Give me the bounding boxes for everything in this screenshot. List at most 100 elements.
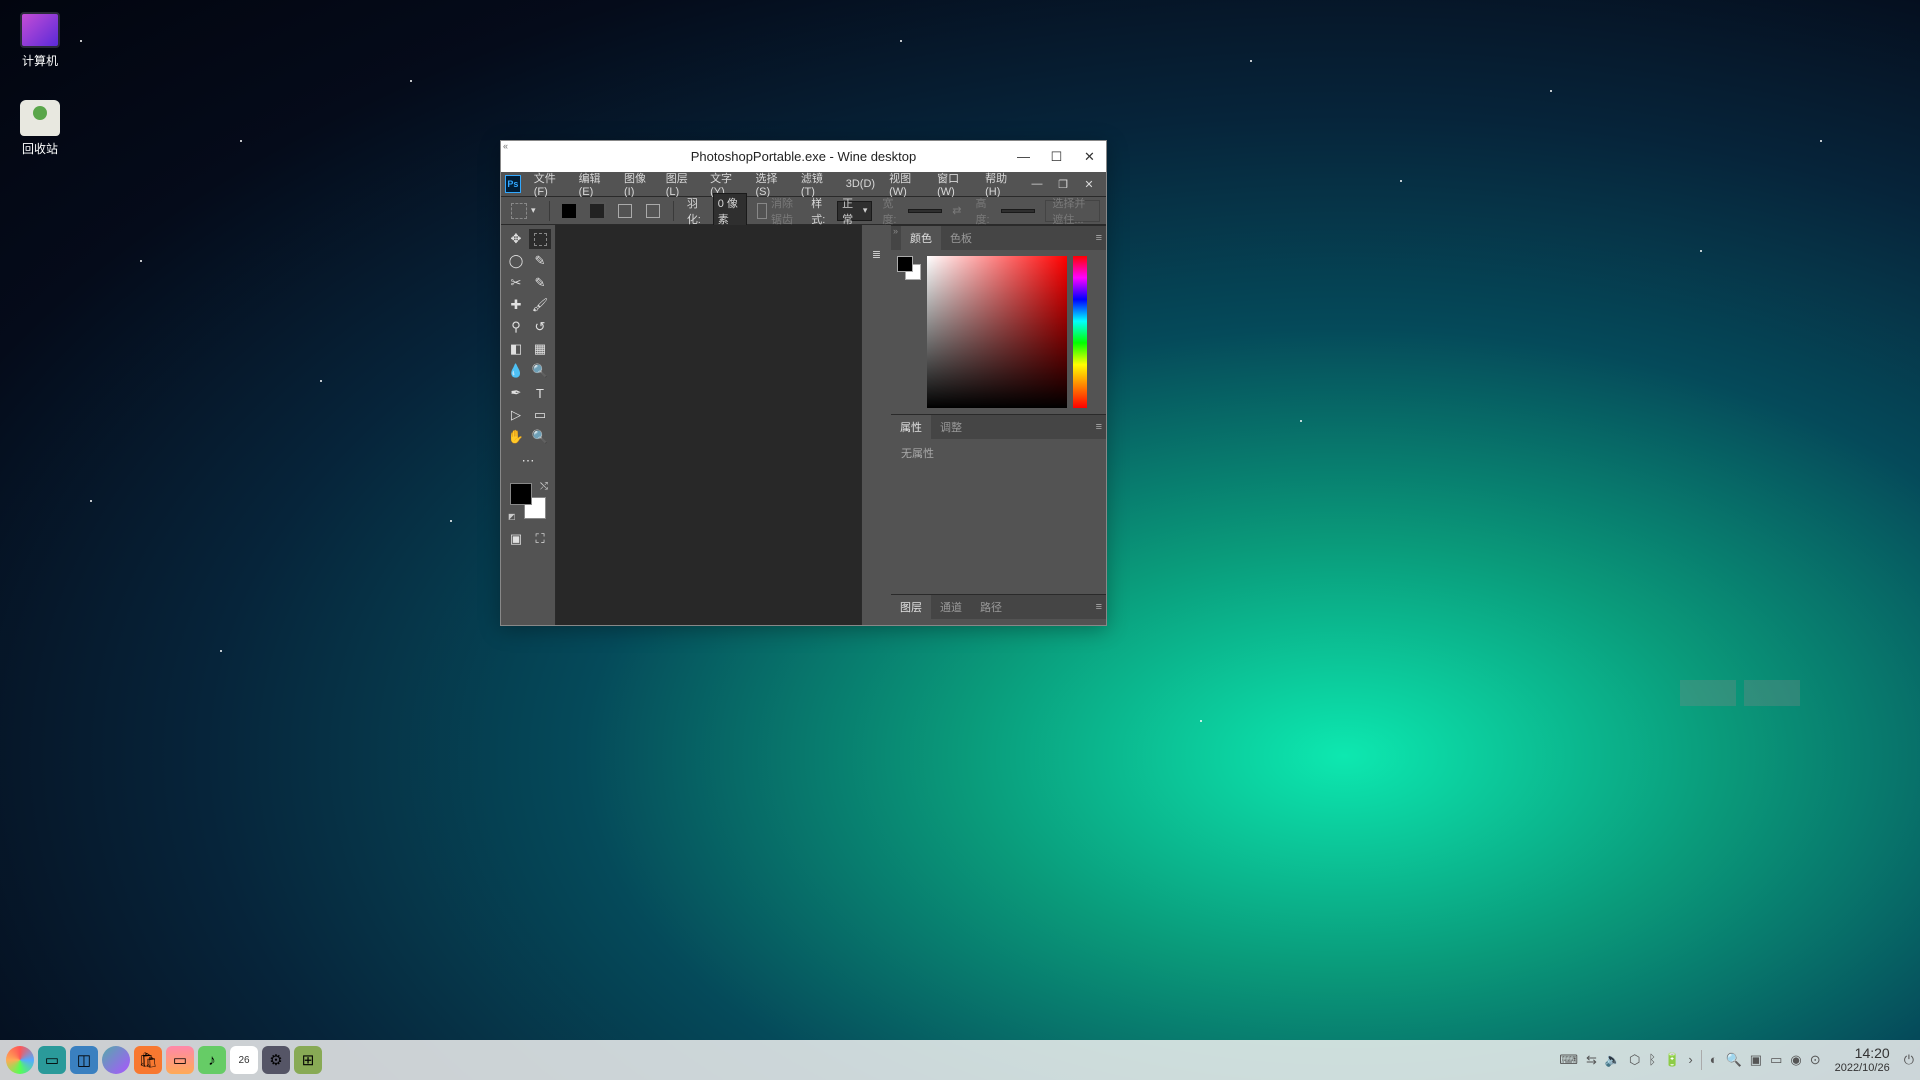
titlebar[interactable]: PhotoshopPortable.exe - Wine desktop — ☐… — [501, 141, 1106, 172]
window-close-button[interactable]: ✕ — [1073, 141, 1106, 172]
panel-menu-icon[interactable]: ≡ — [1096, 232, 1102, 244]
style-dropdown[interactable]: 正常▾ — [837, 201, 872, 221]
tray-sync-icon[interactable]: ⇆ — [1586, 1052, 1597, 1068]
menu-window[interactable]: 窗口(W) — [930, 172, 978, 197]
calendar-icon[interactable]: 26 — [230, 1046, 258, 1074]
history-brush-tool[interactable]: ↺ — [529, 317, 551, 337]
clock-date: 2022/10/26 — [1835, 1062, 1890, 1074]
panel-menu-icon[interactable]: ≡ — [1096, 601, 1102, 613]
desktop-trash-icon[interactable]: 回收站 — [10, 100, 70, 157]
tray-power-icon[interactable]: ⏻ — [1904, 1052, 1914, 1068]
divider — [549, 201, 550, 221]
app-restore-button[interactable]: ❐ — [1050, 173, 1076, 195]
screenmode-button[interactable]: ⛶ — [529, 529, 551, 549]
tab-paths[interactable]: 路径 — [971, 595, 1011, 619]
tray-search-icon[interactable]: 🔍 — [1726, 1052, 1742, 1068]
menu-filter[interactable]: 滤镜(T) — [794, 172, 839, 197]
type-tool[interactable]: T — [529, 383, 551, 403]
tab-layers[interactable]: 图层 — [891, 595, 931, 619]
tray-expand-icon[interactable]: › — [1688, 1052, 1692, 1067]
foreground-color[interactable] — [510, 483, 532, 505]
toolbox: « ✥ ◯✎ ✂✎ ✚🖌 ⚲↺ ◧▦ 💧🔍 ✒T ▷▭ ✋🔍 ⋯ ⤭ ◩ ▣⛶ — [501, 225, 556, 625]
color-swatch[interactable]: ⤭ ◩ — [510, 483, 546, 519]
app-close-button[interactable]: ✕ — [1076, 173, 1102, 195]
menu-3d[interactable]: 3D(D) — [839, 172, 882, 197]
lasso-tool[interactable]: ◯ — [505, 251, 527, 271]
appstore-icon[interactable]: 🛍 — [134, 1046, 162, 1074]
tray-wifi-icon[interactable]: ⬡ — [1629, 1052, 1640, 1068]
canvas-area[interactable] — [556, 225, 861, 625]
panel-menu-icon[interactable]: ≡ — [1096, 421, 1102, 433]
tool-preset-button[interactable]: ▾ — [507, 200, 540, 222]
brush-tool[interactable]: 🖌 — [529, 295, 551, 315]
quick-select-tool[interactable]: ✎ — [529, 251, 551, 271]
healing-tool[interactable]: ✚ — [505, 295, 527, 315]
eraser-tool[interactable]: ◧ — [505, 339, 527, 359]
menu-layer[interactable]: 图层(L) — [659, 172, 703, 197]
quickmask-button[interactable]: ▣ — [505, 529, 527, 549]
default-colors-icon[interactable]: ◩ — [508, 512, 516, 521]
settings-icon[interactable]: ⚙ — [262, 1046, 290, 1074]
menu-file[interactable]: 文件(F) — [527, 172, 572, 197]
tray-clipboard-icon[interactable]: ▭ — [1770, 1052, 1782, 1068]
desktop-computer-icon[interactable]: 计算机 — [10, 12, 70, 69]
window-minimize-button[interactable]: — — [1007, 141, 1040, 172]
crop-tool[interactable]: ✂ — [505, 273, 527, 293]
tray-notification-icon[interactable]: ⊙ — [1810, 1052, 1821, 1068]
gradient-tool[interactable]: ▦ — [529, 339, 551, 359]
tab-properties[interactable]: 属性 — [891, 415, 931, 439]
show-desktop-button[interactable]: ▭ — [38, 1046, 66, 1074]
color-mini-swatch[interactable] — [897, 256, 921, 280]
tray-battery-icon[interactable]: 🔋 — [1664, 1052, 1680, 1068]
apps-grid-icon[interactable]: ⊞ — [294, 1046, 322, 1074]
tray-screenshot-icon[interactable]: ▣ — [1750, 1052, 1762, 1068]
taskview-button[interactable]: ◫ — [70, 1046, 98, 1074]
menu-image[interactable]: 图像(I) — [617, 172, 659, 197]
swap-colors-icon[interactable]: ⤭ — [540, 481, 548, 492]
menu-view[interactable]: 视图(W) — [882, 172, 930, 197]
menu-edit[interactable]: 编辑(E) — [572, 172, 617, 197]
files-icon[interactable]: ▭ — [166, 1046, 194, 1074]
ps-logo-icon: Ps — [505, 175, 521, 193]
hand-tool[interactable]: ✋ — [505, 427, 527, 447]
tab-channels[interactable]: 通道 — [931, 595, 971, 619]
move-tool[interactable]: ✥ — [505, 229, 527, 249]
tray-shield-icon[interactable]: ◐ — [1710, 1052, 1718, 1067]
app-minimize-button[interactable]: — — [1024, 173, 1050, 195]
pen-tool[interactable]: ✒ — [505, 383, 527, 403]
selection-intersect-button[interactable] — [642, 200, 664, 222]
tab-adjustments[interactable]: 调整 — [931, 415, 971, 439]
hue-slider[interactable] — [1073, 256, 1087, 408]
menu-help[interactable]: 帮助(H) — [978, 172, 1024, 197]
taskbar-clock[interactable]: 14:20 2022/10/26 — [1835, 1046, 1890, 1073]
marquee-tool[interactable] — [529, 229, 551, 249]
zoom-tool[interactable]: 🔍 — [529, 427, 551, 447]
tray-record-icon[interactable]: ◉ — [1790, 1052, 1801, 1068]
browser-icon[interactable] — [102, 1046, 130, 1074]
tray-volume-icon[interactable]: 🔈 — [1605, 1052, 1621, 1068]
dodge-tool[interactable]: 🔍 — [529, 361, 551, 381]
tray-bluetooth-icon[interactable]: ᛒ — [1648, 1052, 1656, 1067]
eyedropper-tool[interactable]: ✎ — [529, 273, 551, 293]
menu-select[interactable]: 选择(S) — [748, 172, 793, 197]
tab-swatches[interactable]: 色板 — [941, 226, 981, 250]
launcher-button[interactable] — [6, 1046, 34, 1074]
blur-tool[interactable]: 💧 — [505, 361, 527, 381]
path-select-tool[interactable]: ▷ — [505, 405, 527, 425]
selection-subtract-button[interactable] — [614, 200, 636, 222]
color-field-picker[interactable] — [927, 256, 1067, 408]
panel-collapse-icon[interactable]: » — [893, 226, 898, 236]
dock-collapsed: « ≣ — [861, 225, 891, 625]
options-bar: ▾ 羽化: 0 像素 消除锯齿 样式: 正常▾ 宽度: ⇄ 高度: 选择并遮住.… — [501, 197, 1106, 225]
selection-add-button[interactable] — [586, 200, 608, 222]
history-panel-icon[interactable]: ≣ — [866, 243, 888, 265]
more-tools-button[interactable]: ⋯ — [517, 451, 539, 471]
window-maximize-button[interactable]: ☐ — [1040, 141, 1073, 172]
feather-input[interactable]: 0 像素 — [713, 193, 747, 229]
tab-color[interactable]: 颜色 — [901, 226, 941, 250]
music-icon[interactable]: ♪ — [198, 1046, 226, 1074]
shape-tool[interactable]: ▭ — [529, 405, 551, 425]
stamp-tool[interactable]: ⚲ — [505, 317, 527, 337]
tray-keyboard-icon[interactable]: ⌨ — [1559, 1052, 1578, 1068]
selection-new-button[interactable] — [558, 200, 580, 222]
